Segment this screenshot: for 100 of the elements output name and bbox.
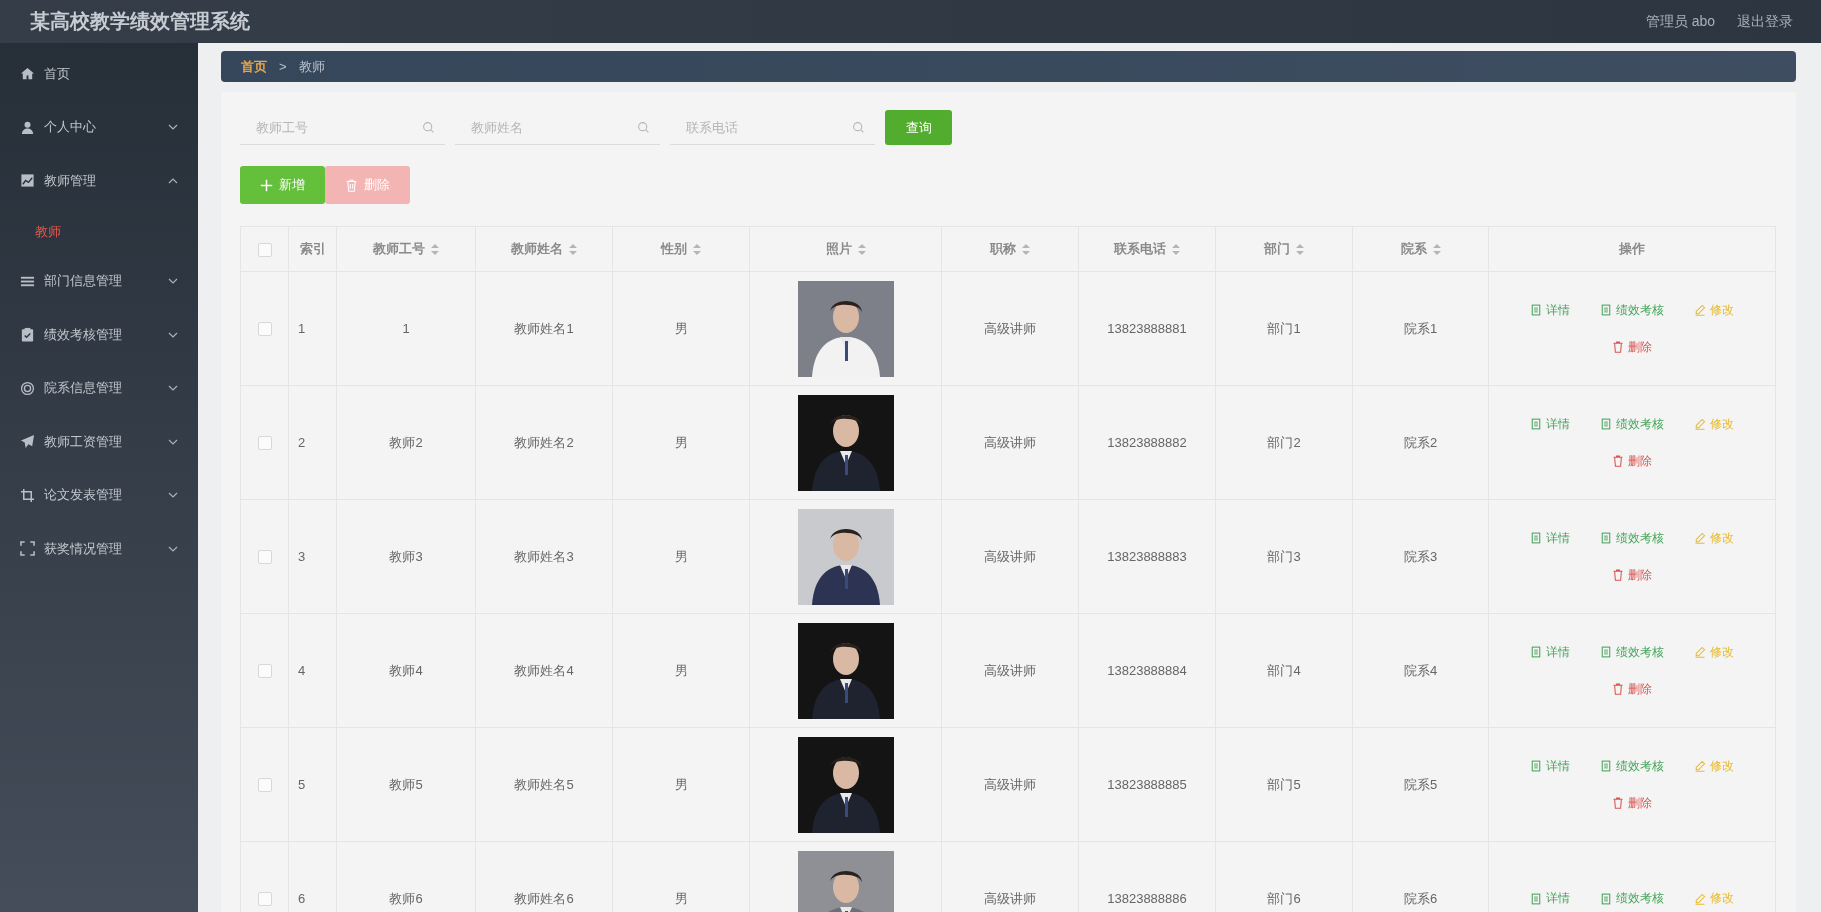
sort-icon[interactable]	[1432, 243, 1441, 255]
table-cell: 部门1	[1267, 320, 1301, 336]
review-link[interactable]: 绩效考核	[1600, 529, 1664, 547]
detail-link[interactable]: 详情	[1530, 415, 1570, 433]
delete-link[interactable]: 删除	[1612, 338, 1652, 356]
trash-icon	[1612, 683, 1624, 695]
document-icon	[1530, 646, 1542, 658]
logout-link[interactable]: 退出登录	[1737, 12, 1793, 31]
sidebar-item[interactable]: 论文发表管理	[0, 468, 198, 522]
row-checkbox[interactable]	[257, 892, 272, 907]
table-cell: 部门4	[1267, 662, 1301, 678]
column-header[interactable]: 照片	[825, 240, 852, 258]
review-link[interactable]: 绩效考核	[1600, 643, 1664, 661]
pencil-icon	[1694, 418, 1706, 430]
edit-link[interactable]: 修改	[1694, 643, 1734, 661]
breadcrumb-link[interactable]: 首页	[241, 57, 267, 76]
column-header[interactable]: 职称	[990, 240, 1016, 258]
separator-text: >	[279, 59, 287, 74]
chevron-down-icon	[168, 124, 178, 131]
column-header[interactable]: 教师工号	[373, 240, 425, 258]
table-cell: 部门2	[1267, 434, 1301, 450]
row-checkbox[interactable]	[257, 550, 272, 565]
sidebar-item[interactable]: 绩效考核管理	[0, 308, 198, 362]
table-cell: 教师6	[389, 890, 423, 906]
add-button[interactable]: 新增	[240, 166, 325, 204]
edit-link[interactable]: 修改	[1694, 301, 1734, 319]
edit-link[interactable]: 修改	[1694, 757, 1734, 775]
sort-icon[interactable]	[1172, 243, 1180, 255]
ring-icon	[20, 380, 35, 396]
select-all-checkbox[interactable]	[257, 242, 272, 257]
column-header: 索引	[299, 241, 326, 256]
sort-icon[interactable]	[569, 243, 577, 255]
column-header[interactable]: 部门	[1264, 240, 1290, 258]
row-checkbox[interactable]	[257, 778, 272, 793]
column-header[interactable]: 性别	[661, 240, 687, 258]
column-header[interactable]: 教师姓名	[511, 240, 563, 258]
trash-icon	[1612, 569, 1624, 581]
pencil-icon	[1694, 760, 1706, 772]
edit-link[interactable]: 修改	[1694, 529, 1734, 547]
column-header[interactable]: 联系电话	[1114, 240, 1166, 258]
trash-icon	[1612, 455, 1624, 467]
table-cell: 3	[298, 549, 306, 564]
document-icon	[1600, 532, 1612, 544]
sidebar-item[interactable]: 获奖情况管理	[0, 522, 198, 576]
search-field[interactable]: 教师姓名	[469, 118, 637, 136]
detail-link[interactable]: 详情	[1530, 757, 1570, 775]
table-cell: 高级讲师	[984, 890, 1036, 906]
row-checkbox[interactable]	[257, 664, 272, 679]
search-field[interactable]: 联系电话	[684, 118, 852, 136]
detail-link[interactable]: 详情	[1530, 643, 1570, 661]
table-cell: 1	[298, 321, 306, 336]
document-icon	[1530, 532, 1542, 544]
user-icon	[20, 119, 35, 135]
detail-link[interactable]: 详情	[1530, 301, 1570, 319]
edit-link[interactable]: 修改	[1694, 415, 1734, 433]
review-link[interactable]: 绩效考核	[1600, 890, 1664, 907]
delete-link[interactable]: 删除	[1612, 680, 1652, 698]
sort-icon[interactable]	[1022, 243, 1030, 255]
document-icon	[1530, 892, 1542, 905]
sidebar-item[interactable]: 教师管理	[0, 154, 198, 208]
table-cell: 5	[298, 777, 306, 792]
table-cell: 男	[674, 890, 688, 906]
delete-link[interactable]: 删除	[1612, 794, 1652, 812]
sort-icon[interactable]	[693, 243, 701, 255]
review-link[interactable]: 绩效考核	[1600, 301, 1664, 319]
detail-link[interactable]: 详情	[1530, 529, 1570, 547]
search-field[interactable]: 教师工号	[254, 118, 422, 136]
search-icon	[852, 120, 865, 134]
sidebar-item[interactable]: 首页	[0, 47, 198, 101]
table-cell: 男	[674, 320, 688, 336]
sidebar-subitem[interactable]: 教师	[0, 207, 198, 255]
sidebar-item[interactable]: 个人中心	[0, 100, 198, 154]
detail-link[interactable]: 详情	[1530, 890, 1570, 907]
table-cell: 部门6	[1267, 890, 1301, 906]
sort-icon[interactable]	[1296, 243, 1304, 255]
row-checkbox[interactable]	[257, 436, 272, 451]
edit-link[interactable]: 修改	[1694, 890, 1734, 907]
document-icon	[1530, 418, 1542, 430]
review-link[interactable]: 绩效考核	[1600, 757, 1664, 775]
sidebar-item[interactable]: 教师工资管理	[0, 415, 198, 469]
review-link[interactable]: 绩效考核	[1600, 415, 1664, 433]
sidebar-item[interactable]: 部门信息管理	[0, 254, 198, 308]
document-icon	[1600, 304, 1612, 316]
sort-icon[interactable]	[857, 243, 866, 255]
sidebar-item[interactable]: 院系信息管理	[0, 361, 198, 415]
table-cell: 高级讲师	[984, 434, 1036, 450]
chevron-down-icon	[168, 385, 178, 392]
column-header[interactable]: 院系	[1400, 240, 1427, 258]
chevron-down-icon	[168, 545, 178, 552]
row-checkbox[interactable]	[257, 322, 272, 337]
table-cell: 13823888881	[1107, 321, 1187, 336]
search-button[interactable]: 查询	[885, 110, 952, 145]
table-cell: 男	[674, 548, 688, 564]
table-cell: 教师姓名3	[514, 548, 574, 564]
delete-link[interactable]: 删除	[1612, 452, 1652, 470]
delete-link[interactable]: 删除	[1612, 566, 1652, 584]
document-icon	[1530, 760, 1542, 772]
sort-icon[interactable]	[431, 243, 439, 255]
table-cell: 男	[674, 776, 688, 792]
table-cell: 院系1	[1403, 320, 1438, 336]
